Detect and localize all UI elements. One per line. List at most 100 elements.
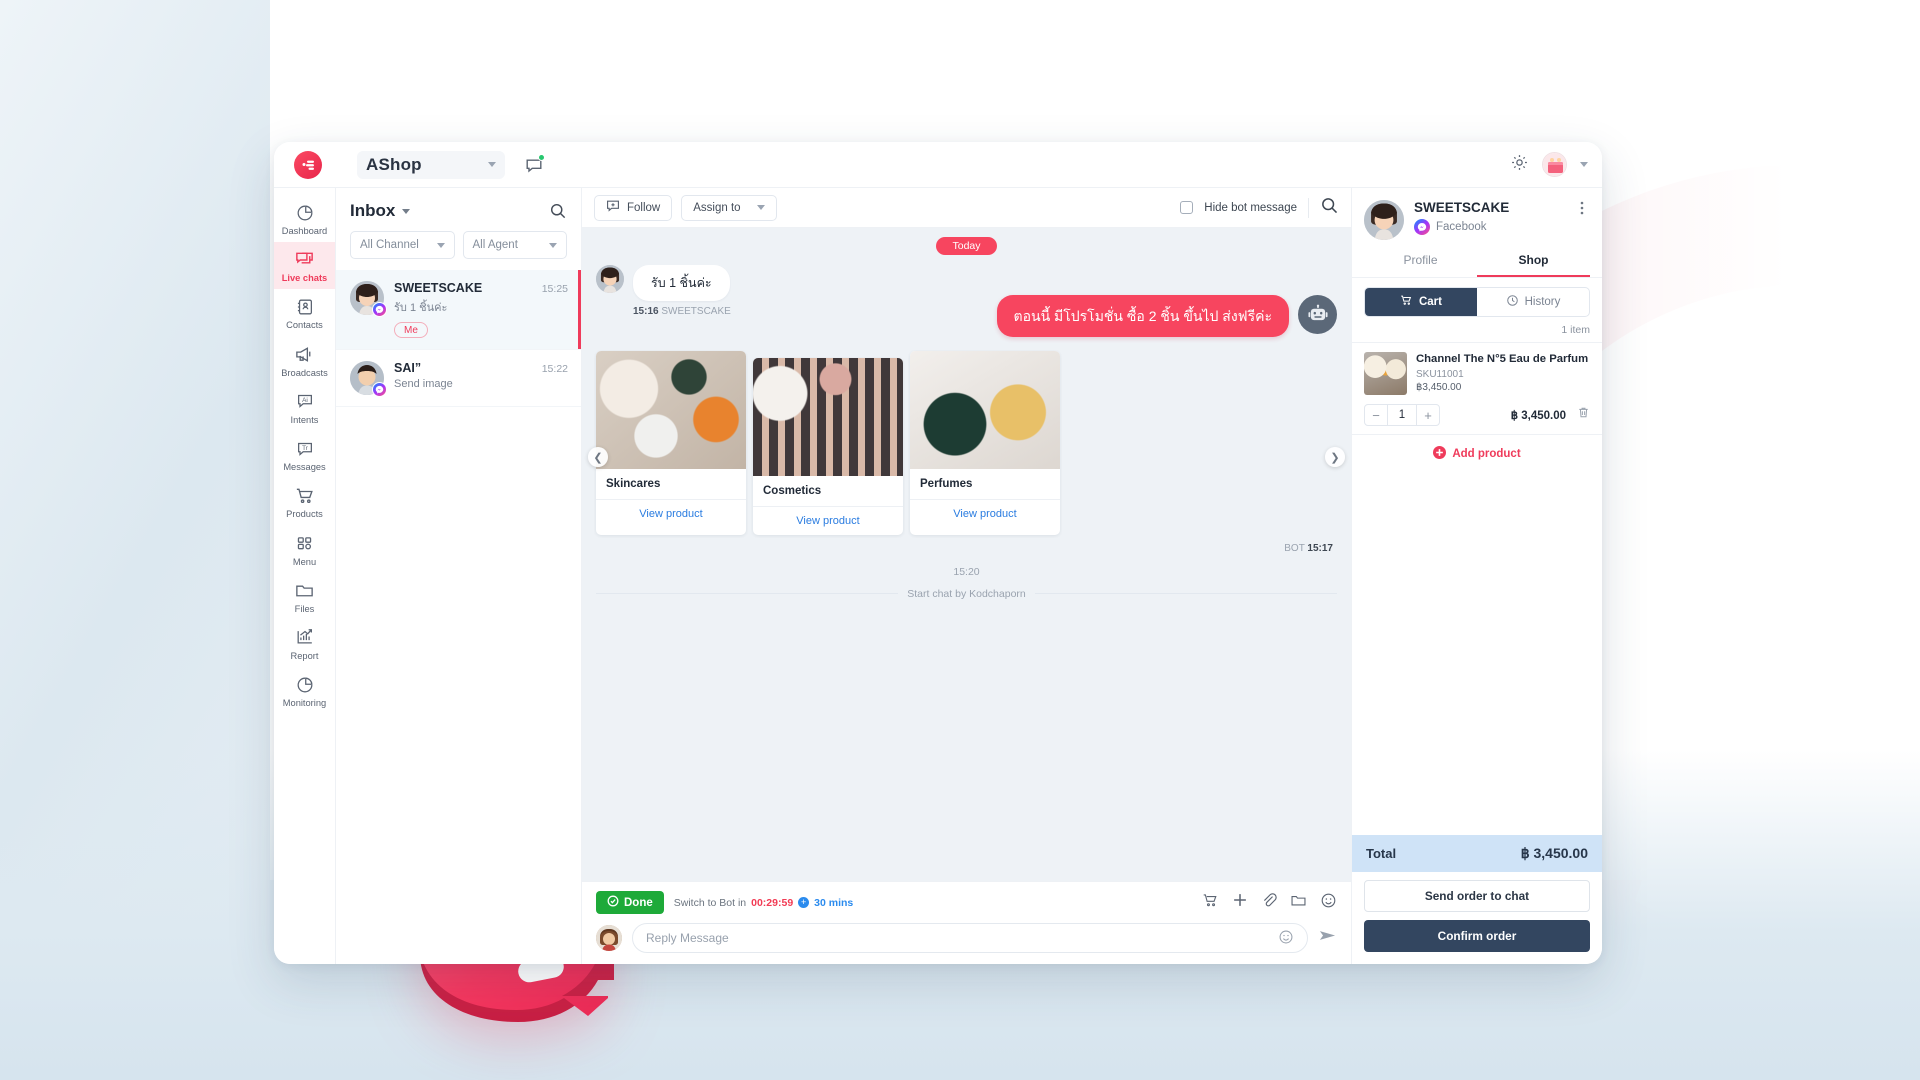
assign-to-select[interactable]: Assign to bbox=[681, 194, 778, 221]
segment-label: Cart bbox=[1418, 296, 1442, 308]
day-divider: Today bbox=[596, 228, 1337, 255]
cart-icon[interactable] bbox=[1202, 892, 1219, 914]
sidebar-item-live-chats[interactable]: Live chats bbox=[274, 242, 335, 290]
folder-icon[interactable] bbox=[1290, 892, 1307, 914]
amity-chat-logo[interactable] bbox=[294, 150, 322, 179]
sidebar-item-menu[interactable]: Menu bbox=[274, 526, 335, 573]
product-card[interactable]: Cosmetics View product bbox=[753, 358, 903, 536]
hide-bot-message-label: Hide bot message bbox=[1204, 201, 1297, 214]
view-product-button[interactable]: View product bbox=[910, 500, 1060, 528]
divider bbox=[1308, 197, 1309, 218]
conversation-list-panel: Inbox All Channel All Agent SWEETSCAKE 1… bbox=[336, 188, 582, 964]
panel-tabs: Profile Shop bbox=[1352, 247, 1602, 278]
hide-bot-message-checkbox[interactable] bbox=[1180, 201, 1194, 214]
view-product-button[interactable]: View product bbox=[596, 500, 746, 528]
smiley-icon[interactable] bbox=[1278, 929, 1294, 948]
plus-circle-icon[interactable]: + bbox=[798, 897, 810, 908]
sidebar-item-monitoring[interactable]: Monitoring bbox=[274, 667, 335, 714]
search-icon[interactable] bbox=[549, 202, 567, 220]
search-icon[interactable] bbox=[1320, 196, 1339, 220]
more-vertical-icon[interactable] bbox=[1574, 200, 1590, 221]
sidebar-item-dashboard[interactable]: Dashboard bbox=[274, 195, 335, 242]
sidebar-item-intents[interactable]: Ai Intents bbox=[274, 384, 335, 431]
trash-icon[interactable] bbox=[1577, 406, 1590, 424]
clock-icon bbox=[1506, 294, 1519, 310]
ai-bubble-icon: Ai bbox=[294, 391, 315, 412]
quantity-stepper[interactable]: − 1 + bbox=[1364, 404, 1440, 426]
svg-text:Ai: Ai bbox=[302, 397, 308, 404]
agent-filter-select[interactable]: All Agent bbox=[462, 231, 567, 259]
sidebar-item-messages[interactable]: Tr Messages bbox=[274, 431, 335, 478]
megaphone-icon bbox=[294, 344, 315, 365]
shopping-cart-icon bbox=[294, 485, 315, 506]
chevron-right-icon[interactable]: ❯ bbox=[1325, 447, 1345, 468]
paperclip-icon[interactable] bbox=[1261, 892, 1277, 913]
product-card[interactable]: Perfumes View product bbox=[910, 351, 1060, 536]
minus-icon[interactable]: − bbox=[1365, 405, 1387, 425]
channel-filter-value: All Channel bbox=[360, 239, 419, 251]
sidebar-item-label: Monitoring bbox=[282, 698, 327, 709]
composer-input-row: Reply Message bbox=[596, 923, 1337, 953]
status-badge: Me bbox=[394, 322, 428, 338]
sidebar-item-label: Broadcasts bbox=[281, 367, 328, 378]
send-order-to-chat-button[interactable]: Send order to chat bbox=[1364, 880, 1590, 912]
send-icon[interactable] bbox=[1318, 926, 1337, 950]
product-thumbnail bbox=[1364, 352, 1407, 395]
quantity-value[interactable]: 1 bbox=[1387, 405, 1417, 425]
follow-button[interactable]: Follow bbox=[594, 194, 673, 221]
add-product-button[interactable]: Add product bbox=[1352, 435, 1602, 473]
plus-icon[interactable] bbox=[1232, 892, 1248, 913]
sidebar-item-products[interactable]: Products bbox=[274, 478, 335, 525]
message-list[interactable]: Today รับ 1 ชิ้นค่ะ 15:16 SWEETSCAKE ตอน… bbox=[582, 228, 1351, 881]
reply-message-input[interactable]: Reply Message bbox=[632, 923, 1308, 953]
list-item[interactable]: SWEETSCAKE 15:25 รับ 1 ชิ้นค่ะ Me bbox=[336, 270, 581, 350]
cart-history-toggle: Cart History bbox=[1364, 287, 1590, 317]
product-image bbox=[596, 351, 746, 470]
product-card[interactable]: Skincares View product bbox=[596, 351, 746, 536]
sidebar-item-label: Report bbox=[290, 650, 319, 661]
message-composer: Done Switch to Bot in 00:29:59 + 30 mins bbox=[582, 881, 1351, 964]
chat-toolbar-right: Hide bot message bbox=[1180, 196, 1339, 220]
chat-bubble-icon[interactable] bbox=[525, 153, 545, 174]
list-item[interactable]: SAI” 15:22 Send image bbox=[336, 350, 581, 407]
segment-history[interactable]: History bbox=[1477, 288, 1589, 316]
reply-placeholder: Reply Message bbox=[646, 931, 729, 945]
product-name: Channel The N°5 Eau de Parfum bbox=[1416, 353, 1589, 365]
gear-icon[interactable] bbox=[1510, 153, 1529, 177]
smiley-icon[interactable] bbox=[1320, 892, 1337, 914]
extend-minutes-button[interactable]: 30 mins bbox=[814, 897, 853, 909]
carousel-cards: Skincares View product Cosmetics View pr… bbox=[596, 351, 1337, 536]
avatar bbox=[596, 265, 624, 293]
sidebar-item-report[interactable]: Report bbox=[274, 620, 335, 667]
assign-label: Assign to bbox=[693, 201, 741, 214]
total-value: ฿ 3,450.00 bbox=[1520, 845, 1588, 861]
avatar bbox=[1364, 200, 1404, 240]
workspace-selector[interactable]: AShop bbox=[357, 150, 505, 179]
sidebar-item-files[interactable]: Files bbox=[274, 573, 335, 620]
chevron-down-icon[interactable] bbox=[1580, 162, 1588, 167]
sidebar-item-broadcasts[interactable]: Broadcasts bbox=[274, 337, 335, 384]
tab-profile[interactable]: Profile bbox=[1364, 247, 1477, 277]
sidebar-item-contacts[interactable]: Contacts bbox=[274, 289, 335, 336]
robot-icon bbox=[1298, 295, 1337, 334]
confirm-order-button[interactable]: Confirm order bbox=[1364, 920, 1590, 952]
cart-actions: Send order to chat Confirm order bbox=[1352, 872, 1602, 964]
segment-cart[interactable]: Cart bbox=[1365, 288, 1477, 316]
chevron-down-icon[interactable] bbox=[402, 208, 411, 214]
chevron-down-icon bbox=[757, 205, 766, 210]
channel-filter-select[interactable]: All Channel bbox=[350, 231, 455, 259]
add-to-chat-icon bbox=[606, 199, 620, 216]
plus-circle-icon bbox=[1433, 446, 1447, 462]
product-carousel: Skincares View product Cosmetics View pr… bbox=[588, 351, 1345, 536]
pie-chart-icon bbox=[294, 202, 315, 223]
grid-icon bbox=[294, 533, 315, 554]
plus-icon[interactable]: + bbox=[1417, 405, 1439, 425]
product-image bbox=[753, 358, 903, 477]
user-avatar[interactable] bbox=[1542, 152, 1567, 177]
done-button[interactable]: Done bbox=[596, 891, 664, 914]
system-message: Start chat by Kodchaporn bbox=[898, 588, 1035, 601]
view-product-button[interactable]: View product bbox=[753, 507, 903, 535]
message-time: 15:16 bbox=[633, 306, 659, 317]
sidebar-item-label: Messages bbox=[283, 462, 326, 473]
tab-shop[interactable]: Shop bbox=[1477, 247, 1590, 277]
